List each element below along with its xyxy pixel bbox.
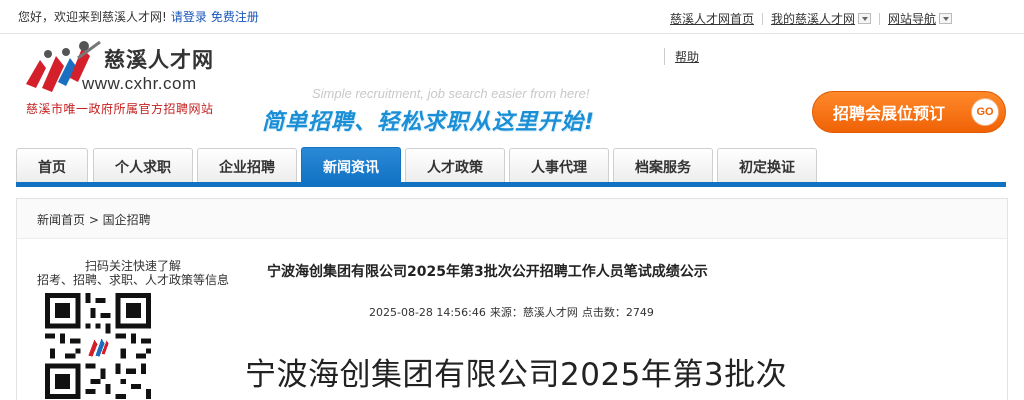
article-title: 宁波海创集团有限公司2025年第3批次公开招聘工作人员笔试成绩公示 [267,264,708,280]
home-link-label: 慈溪人才网首页 [669,12,754,26]
article-datetime: 2025-08-28 14:56:46 [369,306,486,319]
nav-underline [16,182,1006,187]
content-area: 扫码关注快速了解 招考、招聘、求职、人才政策等信息 宁波海创集团有限公司2025… [16,238,1008,400]
article-clicks: 2749 [625,306,654,319]
register-link[interactable]: 免费注册 [211,10,259,24]
qr-code-icon [45,293,151,399]
logo-tagline: 慈溪市唯一政府所属官方招聘网站 [26,102,214,116]
tab-archives[interactable]: 档案服务 [613,148,713,184]
welcome-area: 您好，欢迎来到慈溪人才网! 请登录 免费注册 [18,8,259,25]
site-nav-link[interactable]: 网站导航 [880,10,960,27]
chevron-down-icon[interactable] [857,13,871,24]
clicks-label: 点击数： [581,306,626,319]
article-meta: 2025-08-28 14:56:46 来源：慈溪人才网 点击数：2749 [369,304,658,320]
welcome-text: 您好，欢迎来到慈溪人才网! [18,10,167,24]
tab-home[interactable]: 首页 [16,148,88,184]
login-link[interactable]: 请登录 [171,10,207,24]
qr-caption-line1: 扫码关注快速了解 [84,259,181,273]
go-icon: GO [971,98,999,126]
my-account-link[interactable]: 我的慈溪人才网 [763,10,879,27]
source-label: 来源： [489,306,523,319]
qr-caption: 扫码关注快速了解 招考、招聘、求职、人才政策等信息 [37,259,229,287]
my-account-label: 我的慈溪人才网 [770,12,855,26]
article-source: 慈溪人才网 [522,306,578,319]
logo-url: www.cxhr.com [82,74,197,93]
breadcrumb-bar: 新闻首页 > 国企招聘 [16,198,1008,238]
booth-booking-button[interactable]: 招聘会展位预订 GO [812,91,1006,133]
tab-employer[interactable]: 企业招聘 [197,148,297,184]
site-nav-label: 网站导航 [887,12,936,26]
top-links: 慈溪人才网首页 我的慈溪人才网 网站导航 [662,10,960,27]
top-bar: 您好，欢迎来到慈溪人才网! 请登录 免费注册 慈溪人才网首页 我的慈溪人才网 网站导… [0,0,1024,34]
tab-job-seeker[interactable]: 个人求职 [93,148,193,184]
qr-caption-line2: 招考、招聘、求职、人才政策等信息 [37,273,230,287]
help-link[interactable]: 帮助 [664,48,699,65]
home-link[interactable]: 慈溪人才网首页 [662,10,762,27]
logo-title: 慈溪人才网 [104,47,214,72]
tab-talent-policy[interactable]: 人才政策 [405,148,505,184]
article-body-heading: 宁波海创集团有限公司2025年第3批次 [245,357,788,393]
tab-certificate[interactable]: 初定换证 [717,148,817,184]
slogan-english: Simple recruitment, job search easier fr… [312,86,590,101]
booth-booking-label: 招聘会展位预订 [833,104,946,123]
breadcrumb[interactable]: 新闻首页 > 国企招聘 [37,211,151,228]
slogan-chinese: 简单招聘、轻松求职从这里开始! [262,110,596,135]
chevron-down-icon[interactable] [939,13,952,24]
tab-news[interactable]: 新闻资讯 [301,147,401,185]
site-logo[interactable]: 慈溪人才网 www.cxhr.com 慈溪市唯一政府所属官方招聘网站 [18,38,228,118]
tab-hr-agency[interactable]: 人事代理 [509,148,609,184]
main-nav: 首页 个人求职 企业招聘 新闻资讯 人才政策 人事代理 档案服务 初定换证 [16,146,1006,188]
